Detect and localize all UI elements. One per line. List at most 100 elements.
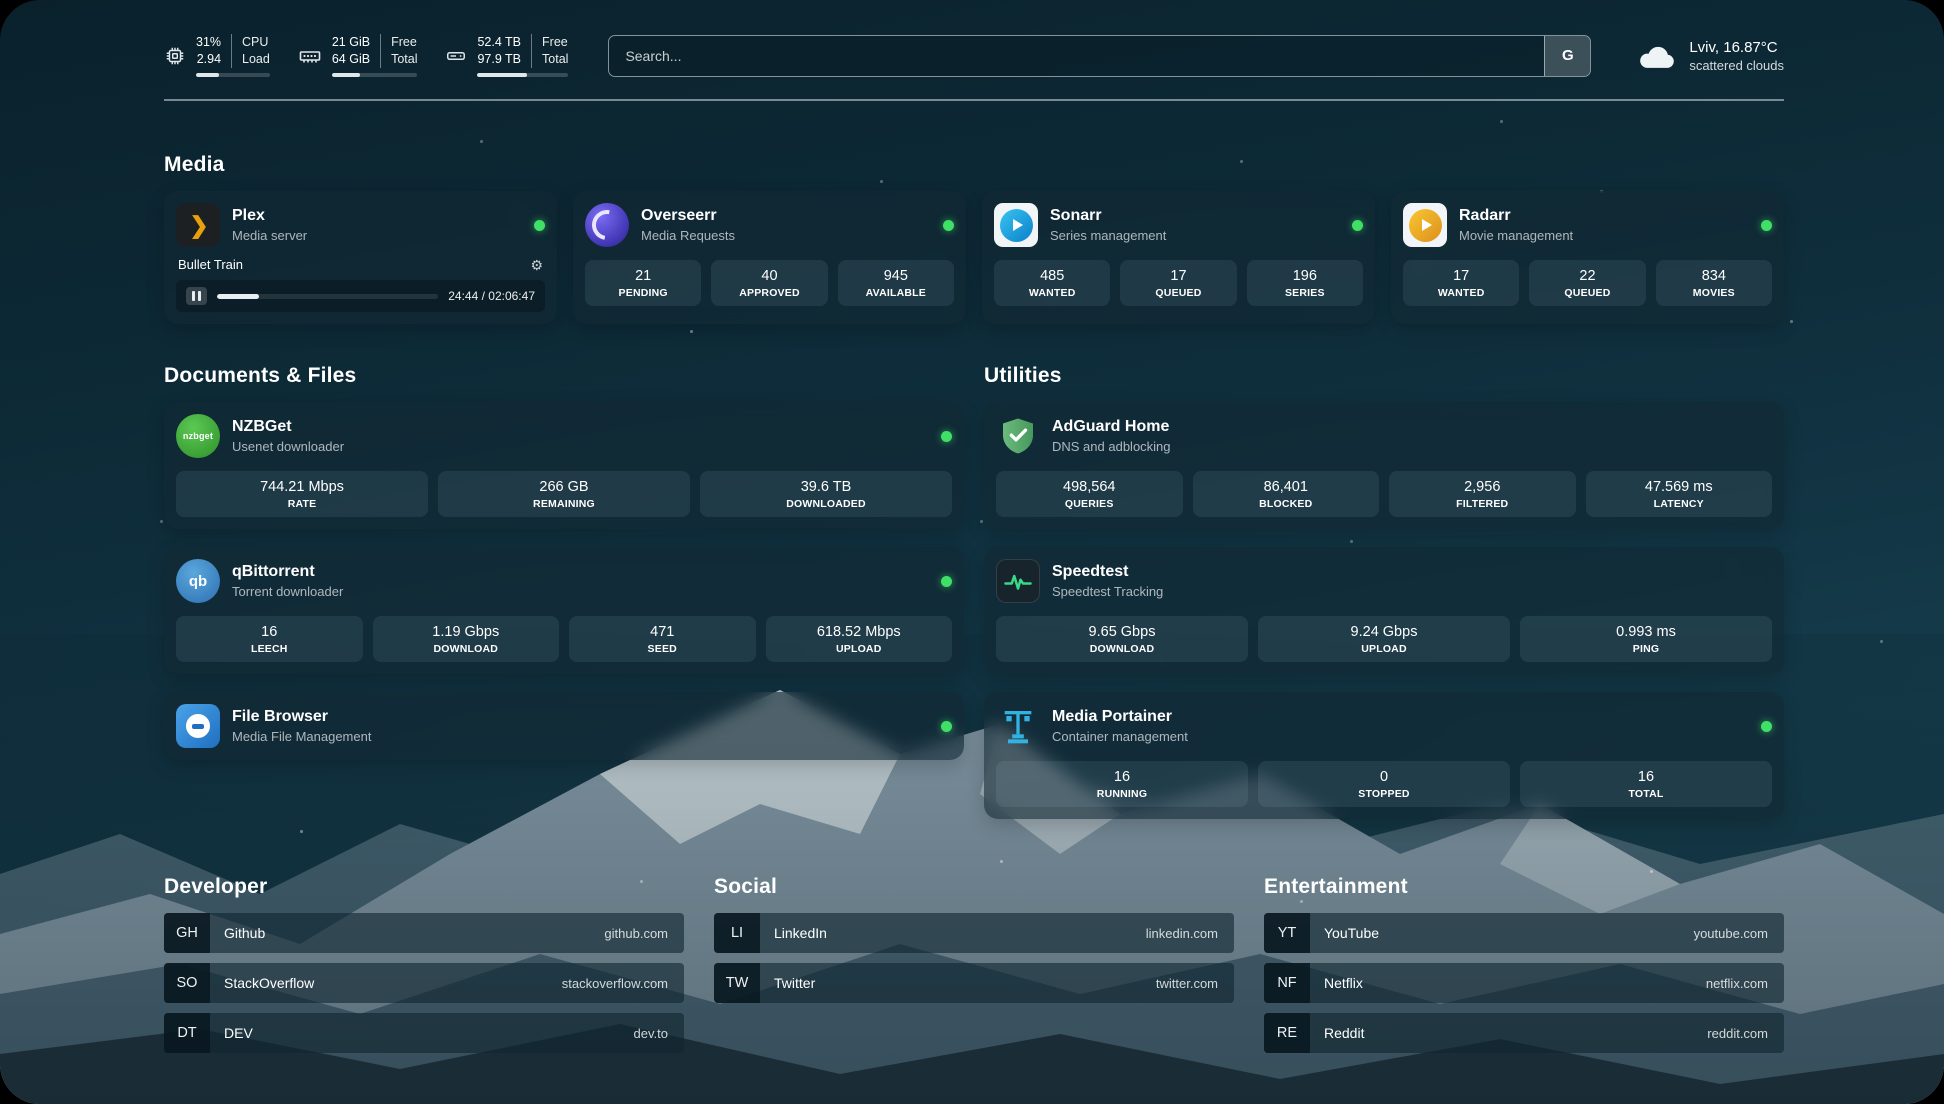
app-desc-speedtest: Speedtest Tracking [1052,584,1163,599]
stat-available: 945 AVAILABLE [838,260,954,306]
stat-ping: 0.993 ms PING [1520,616,1772,662]
status-dot [941,576,952,587]
qbittorrent-icon: qb [176,559,220,603]
bookmark-reddit[interactable]: RE Reddit reddit.com [1264,1013,1784,1053]
stat-running: 16 RUNNING [996,761,1248,807]
topbar: 31% 2.94 CPU Load [164,34,1784,77]
app-name-radarr: Radarr [1459,207,1573,225]
filebrowser-icon [176,704,220,748]
app-name-adguard: AdGuard Home [1052,418,1171,436]
bookmark-twitter[interactable]: TW Twitter twitter.com [714,963,1234,1003]
bookmark-badge: TW [714,963,760,1003]
search-bar: G [608,35,1591,77]
app-name-qbittorrent: qBittorrent [232,563,343,581]
app-desc-portainer: Container management [1052,729,1188,744]
stat-download: 9.65 Gbps DOWNLOAD [996,616,1248,662]
app-name-speedtest: Speedtest [1052,563,1163,581]
ram-free-label: Free [391,34,417,51]
adguard-shield-icon [996,414,1040,458]
app-name-sonarr: Sonarr [1050,207,1166,225]
bookmark-stackoverflow[interactable]: SO StackOverflow stackoverflow.com [164,963,684,1003]
app-card-portainer[interactable]: Media Portainer Container management 16 … [984,692,1784,819]
stat-queries: 498,564 QUERIES [996,471,1183,517]
plex-player: 24:44 / 02:06:47 [176,280,545,312]
section-title-media: Media [164,153,1784,177]
search-engine-button[interactable]: G [1544,36,1590,76]
app-desc-overseerr: Media Requests [641,228,735,243]
stat-remaining: 266 GB REMAINING [438,471,690,517]
weather-condition: scattered clouds [1689,58,1784,73]
status-dot [941,431,952,442]
nzbget-icon: nzbget [176,414,220,458]
stat-blocked: 86,401 BLOCKED [1193,471,1380,517]
app-name-overseerr: Overseerr [641,207,735,225]
disk-icon [445,45,467,67]
stat-latency: 47.569 ms LATENCY [1586,471,1773,517]
app-desc-nzbget: Usenet downloader [232,439,344,454]
bookmark-badge: RE [1264,1013,1310,1053]
app-name-portainer: Media Portainer [1052,708,1188,726]
app-desc-adguard: DNS and adblocking [1052,439,1171,454]
bookmark-badge: NF [1264,963,1310,1003]
app-card-plex[interactable]: ❯ Plex Media server Bullet Train ⚙ [164,191,557,324]
playback-time: 24:44 / 02:06:47 [448,289,535,303]
stat-stopped: 0 STOPPED [1258,761,1510,807]
portainer-crane-icon [996,704,1040,748]
bookmark-badge: SO [164,963,210,1003]
stat-upload: 618.52 Mbps UPLOAD [766,616,953,662]
bookmark-badge: LI [714,913,760,953]
bookmark-youtube[interactable]: YT YouTube youtube.com [1264,913,1784,953]
bookmark-badge: GH [164,913,210,953]
ram-icon [298,44,322,68]
app-card-nzbget[interactable]: nzbget NZBGet Usenet downloader 744.21 M… [164,402,964,529]
section-title-social: Social [714,875,1234,899]
pause-button[interactable] [186,287,207,305]
app-card-adguard[interactable]: AdGuard Home DNS and adblocking 498,564 … [984,402,1784,529]
app-card-qbittorrent[interactable]: qb qBittorrent Torrent downloader 16 LEE… [164,547,964,674]
playback-progress-bar [217,294,438,299]
stat-queued: 17 QUEUED [1120,260,1236,306]
cpu-widget: 31% 2.94 CPU Load [164,34,270,77]
app-name-filebrowser: File Browser [232,708,371,726]
app-name-nzbget: NZBGet [232,418,344,436]
section-documents: Documents & Files nzbget NZBGet Usenet d… [164,364,964,819]
app-name-plex: Plex [232,207,307,225]
section-title-utilities: Utilities [984,364,1784,388]
status-dot [1761,721,1772,732]
ram-total-value: 64 GiB [332,51,370,68]
section-utilities: Utilities [984,364,1784,819]
app-card-filebrowser[interactable]: File Browser Media File Management [164,692,964,760]
disk-total-label: Total [542,51,568,68]
stat-seed: 471 SEED [569,616,756,662]
status-dot [1761,220,1772,231]
ram-total-label: Total [391,51,417,68]
app-desc-sonarr: Series management [1050,228,1166,243]
bookmark-linkedin[interactable]: LI LinkedIn linkedin.com [714,913,1234,953]
stat-approved: 40 APPROVED [711,260,827,306]
bookmark-github[interactable]: GH Github github.com [164,913,684,953]
app-card-speedtest[interactable]: Speedtest Speedtest Tracking 9.65 Gbps D… [984,547,1784,674]
gear-icon[interactable]: ⚙ [530,258,543,272]
bookmark-dev[interactable]: DT DEV dev.to [164,1013,684,1053]
app-desc-plex: Media server [232,228,307,243]
app-desc-filebrowser: Media File Management [232,729,371,744]
cpu-percent: 31% [196,34,221,51]
bookmark-netflix[interactable]: NF Netflix netflix.com [1264,963,1784,1003]
bookmark-badge: YT [1264,913,1310,953]
plex-icon: ❯ [176,203,220,247]
section-title-documents: Documents & Files [164,364,964,388]
app-card-overseerr[interactable]: Overseerr Media Requests 21 PENDING 40 A… [573,191,966,324]
dashboard-screen: 31% 2.94 CPU Load [0,0,1944,1104]
cloud-icon [1637,42,1677,70]
app-card-sonarr[interactable]: Sonarr Series management 485 WANTED 17 Q… [982,191,1375,324]
overseerr-icon [585,203,629,247]
search-input[interactable] [609,36,1544,76]
section-title-developer: Developer [164,875,684,899]
system-metrics: 31% 2.94 CPU Load [164,34,568,77]
stat-downloaded: 39.6 TB DOWNLOADED [700,471,952,517]
disk-total-value: 97.9 TB [477,51,521,68]
app-card-radarr[interactable]: Radarr Movie management 17 WANTED 22 QUE… [1391,191,1784,324]
speedtest-icon [996,559,1040,603]
stat-upload: 9.24 Gbps UPLOAD [1258,616,1510,662]
stat-series: 196 SERIES [1247,260,1363,306]
